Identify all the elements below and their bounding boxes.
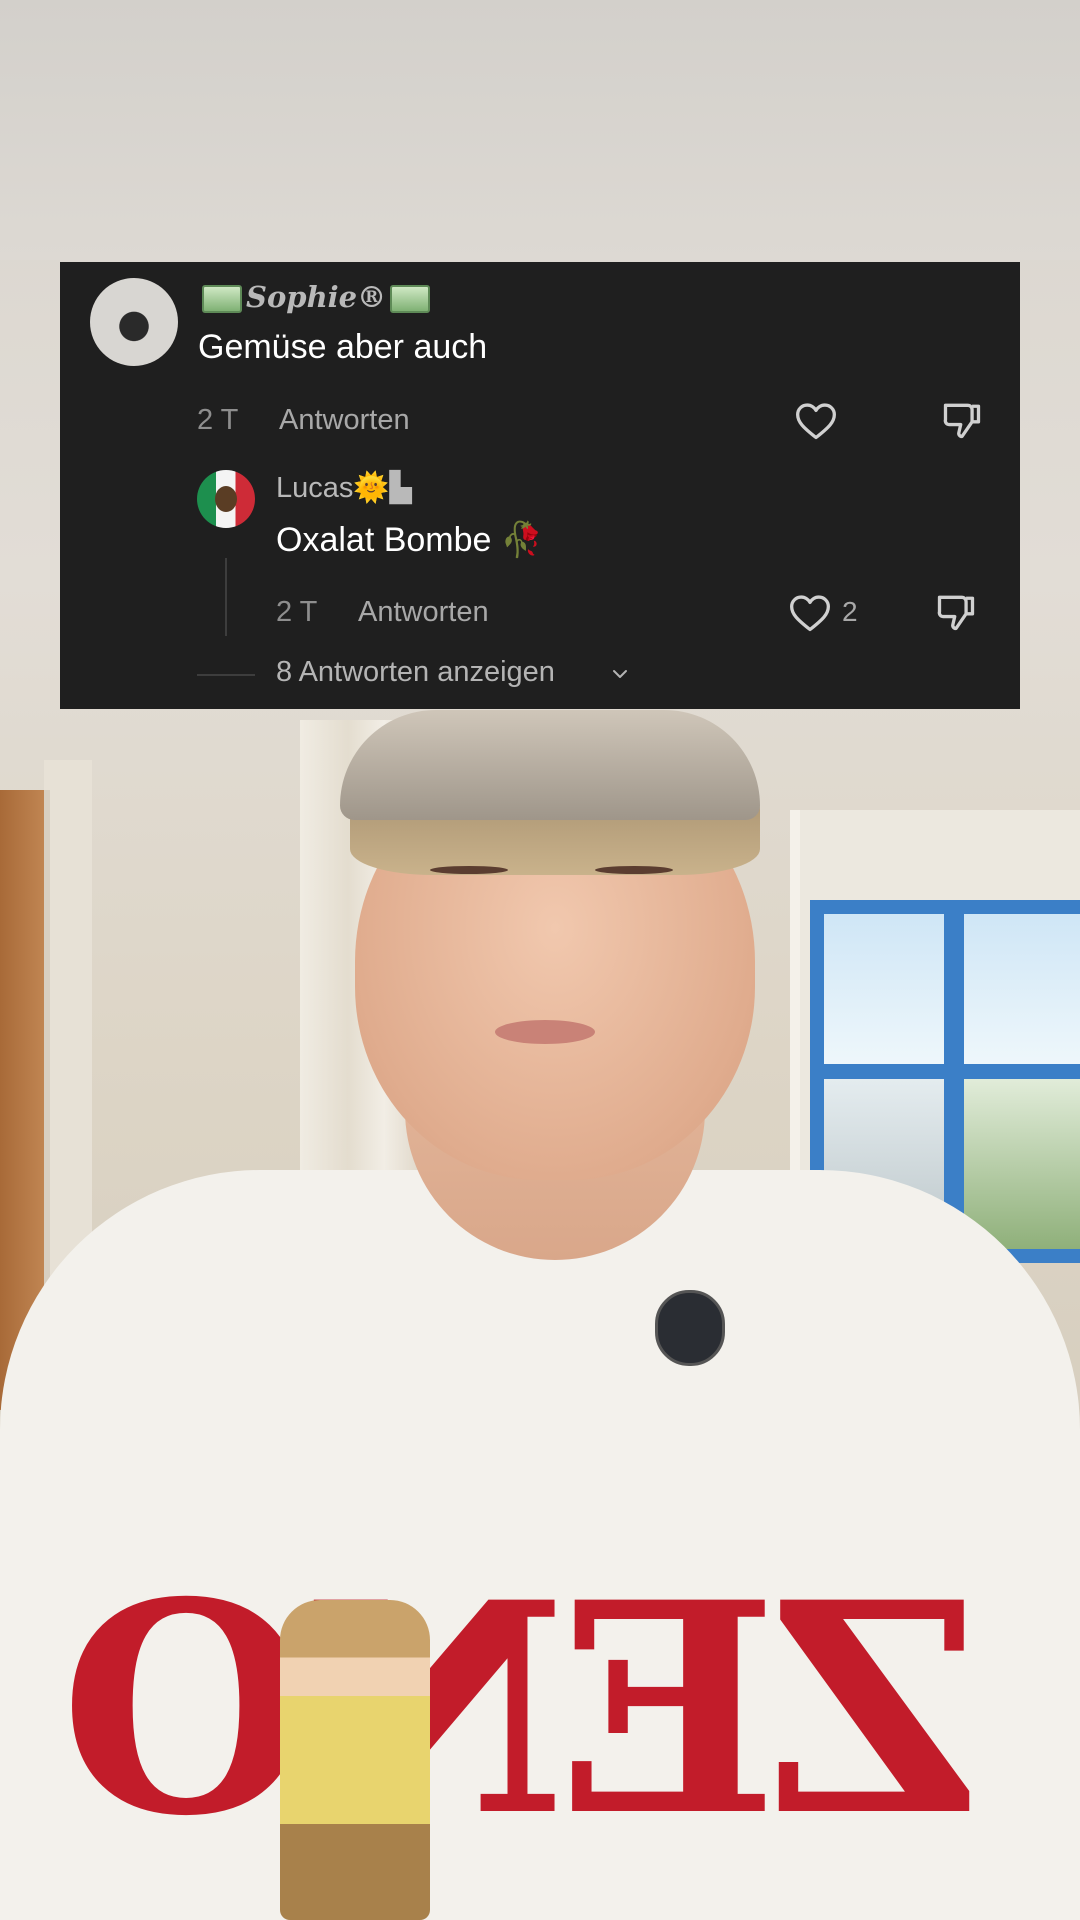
comment-username[interactable]: Sophie® xyxy=(198,280,434,314)
like-count: 2 xyxy=(842,596,858,627)
lapel-microphone xyxy=(655,1290,725,1366)
heart-outline-icon[interactable] xyxy=(788,592,832,634)
ceiling xyxy=(0,0,1080,260)
avatar[interactable] xyxy=(90,278,178,366)
chevron-down-icon[interactable] xyxy=(610,664,630,684)
eye xyxy=(430,866,508,874)
mouth xyxy=(495,1020,595,1044)
thread-line xyxy=(225,558,227,636)
view-replies-divider xyxy=(197,674,255,676)
thumbs-down-outline-icon[interactable] xyxy=(940,398,984,442)
heart-outline-icon[interactable] xyxy=(794,400,838,442)
comment-time: 2 T xyxy=(197,404,239,436)
window-pane xyxy=(950,900,1080,1078)
comment-text: Oxalat Bombe 🥀 xyxy=(276,521,544,559)
view-replies-button[interactable]: 8 Antworten anzeigen xyxy=(276,656,555,689)
window-pane xyxy=(810,900,958,1078)
comment-username[interactable]: Lucas🌞▙ xyxy=(276,470,412,505)
reply-button[interactable]: Antworten xyxy=(358,596,489,629)
avatar[interactable] xyxy=(197,470,255,528)
comment-text: Gemüse aber auch xyxy=(198,328,488,366)
reply-button[interactable]: Antworten xyxy=(279,404,410,437)
money-badge-icon xyxy=(390,285,431,313)
comment-time: 2 T xyxy=(276,596,318,628)
comment-overlay: Sophie® Gemüse aber auch 2 T Antworten L… xyxy=(60,262,1020,709)
thumbs-down-outline-icon[interactable] xyxy=(934,590,978,634)
cap xyxy=(340,710,760,820)
money-badge-icon xyxy=(202,285,242,313)
eye xyxy=(595,866,673,874)
shirt-figure xyxy=(280,1600,430,1920)
